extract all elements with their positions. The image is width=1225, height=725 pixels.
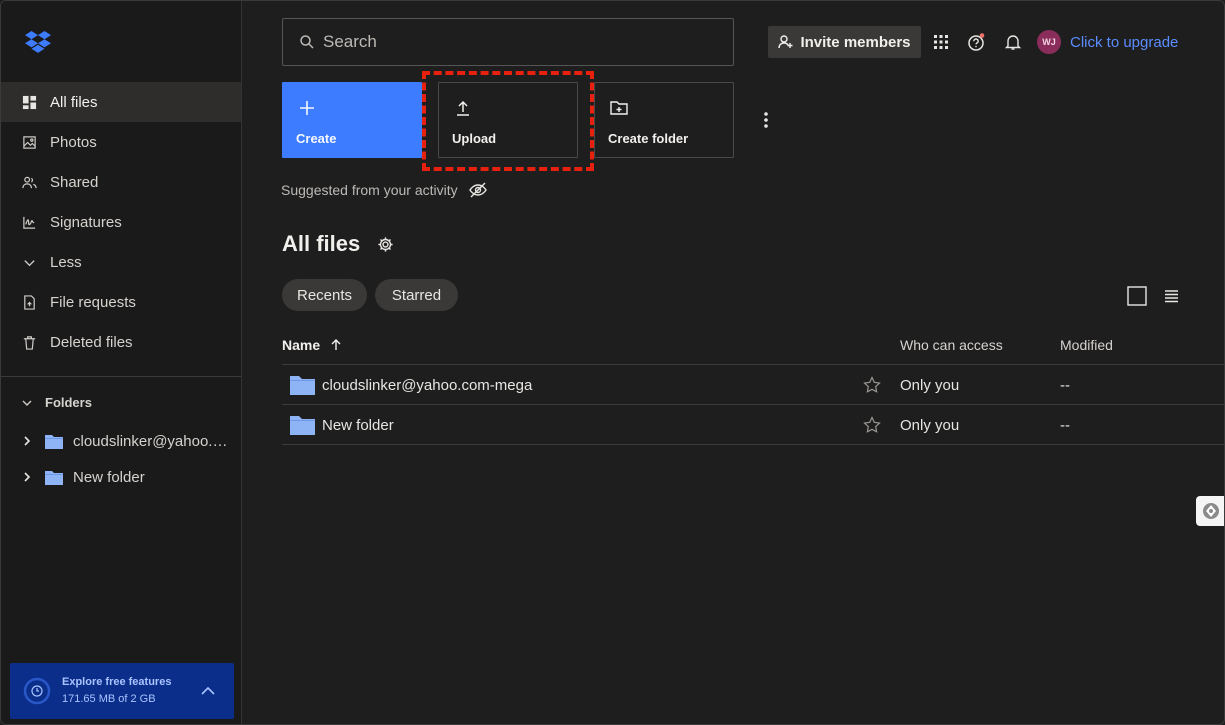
row-divider xyxy=(282,444,1224,445)
list-view-icon[interactable] xyxy=(1161,286,1181,306)
chevron-down-icon xyxy=(22,400,32,406)
gear-icon[interactable] xyxy=(377,236,394,253)
sidebar-item-shared[interactable]: Shared xyxy=(1,162,241,202)
sidebar-nav: All files Photos Shared Signatures Less … xyxy=(1,82,241,362)
signatures-icon xyxy=(21,214,37,230)
chevron-up-icon[interactable] xyxy=(200,683,216,699)
folder-icon xyxy=(290,416,315,435)
upgrade-link[interactable]: Click to upgrade xyxy=(1070,34,1178,51)
column-header-modified[interactable]: Modified xyxy=(1060,337,1113,353)
tree-item-label: New folder xyxy=(73,468,145,486)
storage-usage-icon xyxy=(23,677,51,705)
sidebar-item-label: Shared xyxy=(50,173,99,191)
trash-icon xyxy=(21,334,37,350)
folders-heading: Folders xyxy=(45,395,92,410)
sidebar-item-all-files[interactable]: All files xyxy=(1,82,241,122)
chevron-right-icon[interactable] xyxy=(21,435,33,447)
assistant-widget[interactable] xyxy=(1196,496,1224,526)
promo-title: Explore free features xyxy=(62,676,172,688)
file-name[interactable]: New folder xyxy=(322,417,394,434)
sidebar-item-file-requests[interactable]: File requests xyxy=(1,282,241,322)
new-folder-icon xyxy=(610,101,628,115)
app-window: All files Photos Shared Signatures Less … xyxy=(0,0,1225,725)
star-icon[interactable] xyxy=(863,376,881,394)
table-row[interactable]: New folder Only you -- xyxy=(282,405,1224,445)
storage-usage-text: 171.65 MB of 2 GB xyxy=(62,693,156,705)
sidebar-item-less[interactable]: Less xyxy=(1,242,241,282)
shared-icon xyxy=(21,174,37,190)
sidebar-item-label: Signatures xyxy=(50,213,122,231)
file-requests-icon xyxy=(21,294,37,310)
folders-section-toggle[interactable]: Folders xyxy=(21,395,92,410)
photos-icon xyxy=(21,134,37,150)
upload-button[interactable]: Upload xyxy=(438,82,578,158)
upload-icon xyxy=(457,100,469,116)
search-icon xyxy=(300,35,314,49)
sidebar: All files Photos Shared Signatures Less … xyxy=(1,1,242,724)
sort-ascending-icon xyxy=(331,339,341,350)
hide-eye-icon[interactable] xyxy=(468,182,487,198)
star-icon[interactable] xyxy=(863,416,881,434)
create-folder-button[interactable]: Create folder xyxy=(594,82,734,158)
assistant-icon xyxy=(1203,503,1219,519)
storage-promo[interactable]: Explore free features 171.65 MB of 2 GB xyxy=(10,663,234,719)
all-files-icon xyxy=(21,94,37,110)
app-grid-icon[interactable] xyxy=(932,33,950,51)
add-user-icon xyxy=(778,35,793,49)
more-options-icon[interactable] xyxy=(758,110,774,130)
invite-members-label: Invite members xyxy=(800,33,911,51)
grid-view-icon[interactable] xyxy=(1127,286,1147,306)
sidebar-item-label: All files xyxy=(50,93,98,111)
upload-label: Upload xyxy=(452,131,497,146)
page-title: All files xyxy=(282,231,361,256)
table-row[interactable]: cloudslinker@yahoo.com-mega Only you -- xyxy=(282,365,1224,405)
tree-item-folder[interactable]: cloudslinker@yahoo.com-mega xyxy=(21,429,231,453)
avatar[interactable]: WJ xyxy=(1037,30,1061,54)
sidebar-item-label: Deleted files xyxy=(50,333,133,351)
folder-icon xyxy=(45,434,63,449)
create-folder-label: Create folder xyxy=(608,131,689,146)
sidebar-item-label: Less xyxy=(50,253,82,271)
column-header-access[interactable]: Who can access xyxy=(900,337,1003,353)
create-label: Create xyxy=(296,131,337,146)
sidebar-divider xyxy=(1,376,241,377)
filter-recents[interactable]: Recents xyxy=(282,279,367,311)
notifications-bell-icon[interactable] xyxy=(1004,33,1022,51)
sidebar-item-deleted-files[interactable]: Deleted files xyxy=(1,322,241,362)
search-input[interactable]: Search xyxy=(282,18,734,66)
create-button[interactable]: Create xyxy=(282,82,422,158)
column-label: Name xyxy=(282,337,321,353)
folder-icon xyxy=(45,470,63,485)
tree-item-label: cloudslinker@yahoo.com-mega xyxy=(73,432,231,450)
access-value: Only you xyxy=(900,377,960,394)
column-header-name[interactable]: Name xyxy=(282,337,342,353)
tree-item-folder[interactable]: New folder xyxy=(21,465,231,489)
chevron-down-icon xyxy=(21,254,37,270)
sidebar-item-signatures[interactable]: Signatures xyxy=(1,202,241,242)
search-placeholder: Search xyxy=(323,32,377,51)
suggested-section-header: Suggested from your activity xyxy=(281,182,487,198)
modified-value: -- xyxy=(1060,417,1070,434)
chevron-right-icon[interactable] xyxy=(21,471,33,483)
suggested-label: Suggested from your activity xyxy=(281,182,458,198)
file-name[interactable]: cloudslinker@yahoo.com-mega xyxy=(322,377,532,394)
sidebar-item-label: Photos xyxy=(50,133,97,151)
sidebar-item-photos[interactable]: Photos xyxy=(1,122,241,162)
filter-starred[interactable]: Starred xyxy=(375,279,458,311)
dropbox-logo-icon[interactable] xyxy=(25,31,51,53)
sidebar-item-label: File requests xyxy=(50,293,136,311)
folder-icon xyxy=(290,376,315,395)
help-icon[interactable] xyxy=(967,33,985,51)
modified-value: -- xyxy=(1060,377,1070,394)
invite-members-button[interactable]: Invite members xyxy=(768,26,921,58)
access-value: Only you xyxy=(900,417,960,434)
plus-icon xyxy=(300,101,314,115)
